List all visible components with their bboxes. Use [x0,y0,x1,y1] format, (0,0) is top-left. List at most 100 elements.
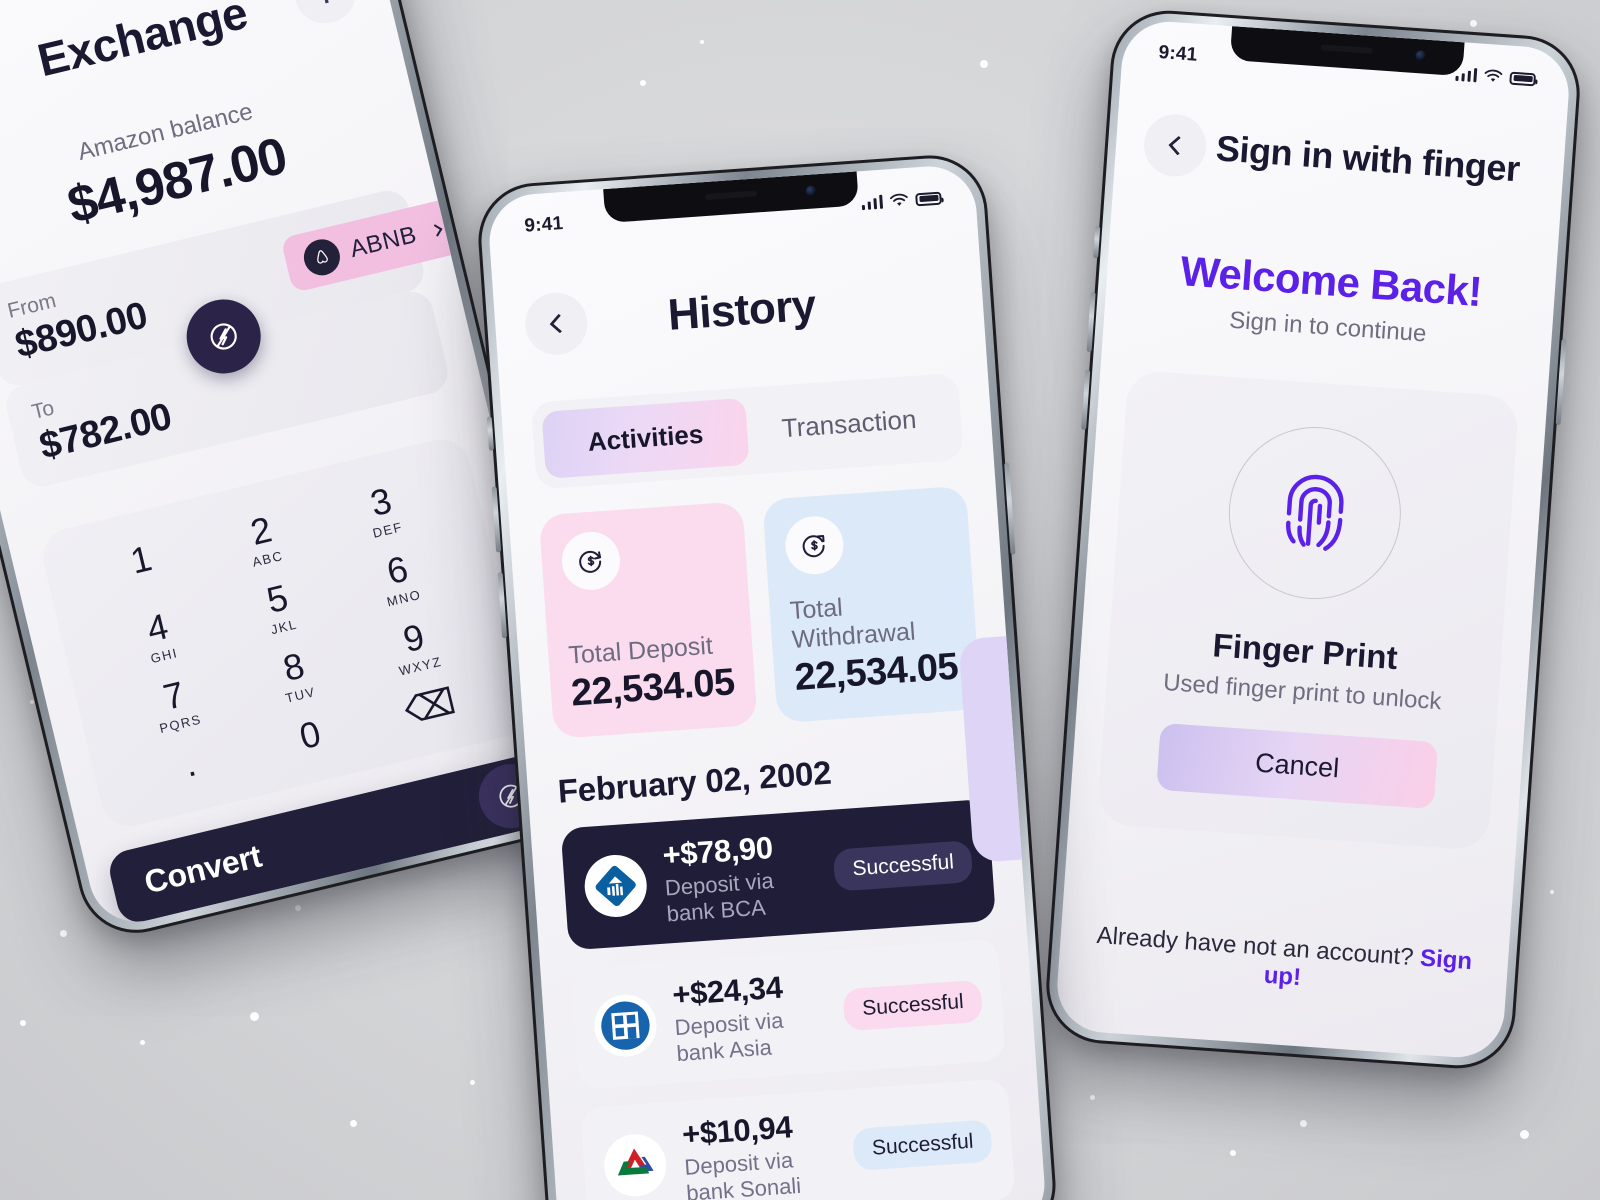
keypad-key-9[interactable]: 9 WXYZ [388,616,443,679]
tab-activities[interactable]: Activities [541,397,750,479]
bca-logo [582,852,649,920]
keypad-key-7[interactable]: 7 PQRS [149,673,203,736]
decorative-dot [1090,1095,1095,1100]
transaction-info: +$24,34 Deposit via bank Asia [671,967,829,1067]
keypad-key-digit: 4 [142,605,172,650]
battery-full-icon [1509,71,1537,86]
decorative-dot [250,1012,259,1021]
dollar-arrow-down-icon [560,529,622,592]
decorative-dot [1550,890,1554,894]
keypad-key-8[interactable]: 8 TUV [275,644,317,705]
keypad-key-0[interactable]: 0 [295,712,325,758]
keypad-key-digit: 8 [279,644,309,689]
keypad-key-digit: 7 [159,673,189,718]
decorative-dot [980,60,988,68]
status-icons [1454,67,1537,87]
help-button[interactable]: ? [287,0,363,30]
back-button[interactable] [1142,112,1209,179]
keypad-key-3[interactable]: 3 DEF [362,479,404,541]
chevron-left-icon [548,313,569,334]
status-icons [861,191,942,211]
transaction-date-header: February 02, 2002 [556,753,833,810]
tab-transaction[interactable]: Transaction [745,384,953,465]
convert-label: Convert [140,837,265,901]
cancel-label: Cancel [1254,747,1341,784]
decorative-dot [60,930,67,937]
page-title: History [666,280,818,340]
keypad-key-5[interactable]: 5 JKL [260,576,299,637]
dollar-arrow-up-icon [783,514,846,577]
decorative-dot [140,1040,145,1045]
phone-history: 9:41 History Activities Transaction Tota… [474,151,1060,1200]
transaction-description: Deposit via bank Asia [673,1007,785,1067]
transaction-info: +$10,94 Deposit via bank Sonali [681,1106,839,1200]
table-row[interactable]: +$10,94 Deposit via bank Sonali Successf… [580,1078,1016,1200]
stat-card-total-withdrawal[interactable]: Total Withdrawal 22,534.05 [762,485,982,724]
keypad-key-digit: 9 [399,615,429,661]
status-badge: Successful [852,1119,993,1171]
fingerprint-icon [1286,474,1344,551]
keypad-key-backspace[interactable]: ⌫ [400,680,460,733]
keypad-key-digit: 3 [366,479,396,525]
page-title: Exchange [32,0,253,87]
transaction-description: Deposit via bank Sonali [683,1147,802,1200]
history-header: History [523,265,954,357]
table-row[interactable]: +$24,34 Deposit via bank Asia Successful [570,938,1006,1091]
swap-exchange-icon [210,323,237,350]
status-badge: Successful [833,840,974,892]
airbnb-icon [299,235,344,280]
to-currency-label: ABNB [347,221,420,264]
keypad-key-digit: 2 [246,508,276,553]
transaction-info: +$78,90 Deposit via bank BCA [661,827,819,927]
decorative-dot [700,40,704,44]
stat-card-total-deposit[interactable]: Total Deposit 22,534.05 [538,501,758,739]
cellular-bars-icon [861,194,884,211]
chevron-left-icon [1167,135,1188,156]
fingerprint-button[interactable] [1223,421,1407,605]
battery-full-icon [915,191,942,206]
signin-header: Sign in with finger [1142,112,1537,201]
keypad-key-6[interactable]: 6 MNO [376,547,423,610]
keypad-key-digit: 0 [295,712,325,758]
decorative-dot [295,905,301,911]
decorative-dot [20,1020,26,1026]
decorative-dot [1470,20,1477,27]
status-time: 9:41 [1157,42,1199,66]
stat-cards: Total Deposit 22,534.05 Total Withdrawal… [538,485,982,739]
transaction-description: Deposit via bank BCA [664,867,775,927]
cancel-button[interactable]: Cancel [1155,722,1439,810]
stat-label: Total Withdrawal [788,593,917,655]
table-row[interactable]: +$78,90 Deposit via bank BCA Successful [560,798,997,951]
signup-prompt: Already have not an account? [1095,921,1415,971]
keypad-key-digit: 5 [262,576,292,621]
back-button[interactable] [523,290,590,357]
decorative-dot [350,1120,357,1127]
wifi-icon [1484,69,1503,82]
keypad-key-4[interactable]: 4 GHI [140,605,179,666]
decorative-dot [1520,1130,1529,1139]
history-tabs: Activities Transaction [530,372,964,490]
tab-transaction-label: Transaction [780,403,918,444]
decorative-dot [470,1080,475,1085]
keypad-key-1[interactable]: 1 [126,537,159,597]
cellular-bars-icon [1454,67,1478,83]
signup-footer: Already have not an account? Sign up! [1086,921,1481,1004]
keypad-key-digit: 6 [382,547,412,593]
decorative-dot [1300,1120,1307,1127]
keypad-key-2[interactable]: 2 ABC [242,508,284,569]
asia-logo [592,992,659,1059]
keypad-key-digit: 1 [126,537,156,582]
stat-value: 22,534.05 [569,661,736,715]
keypad-key-dot[interactable]: . [180,742,200,785]
decorative-dot [1230,1150,1236,1156]
keypad-key-digit: . [180,742,200,785]
tab-activities-label: Activities [586,418,705,457]
decorative-dot [640,80,646,86]
wifi-icon [890,193,908,206]
fingerprint-card: Finger Print Used finger print to unlock… [1096,369,1520,851]
stat-value: 22,534.05 [793,645,960,699]
chevron-right-icon [429,223,443,237]
page-title: Sign in with finger [1214,127,1522,190]
status-time: 9:41 [523,213,564,237]
signin-screen: 9:41 Sign in with finger Welcome Back! S… [1054,18,1572,1061]
